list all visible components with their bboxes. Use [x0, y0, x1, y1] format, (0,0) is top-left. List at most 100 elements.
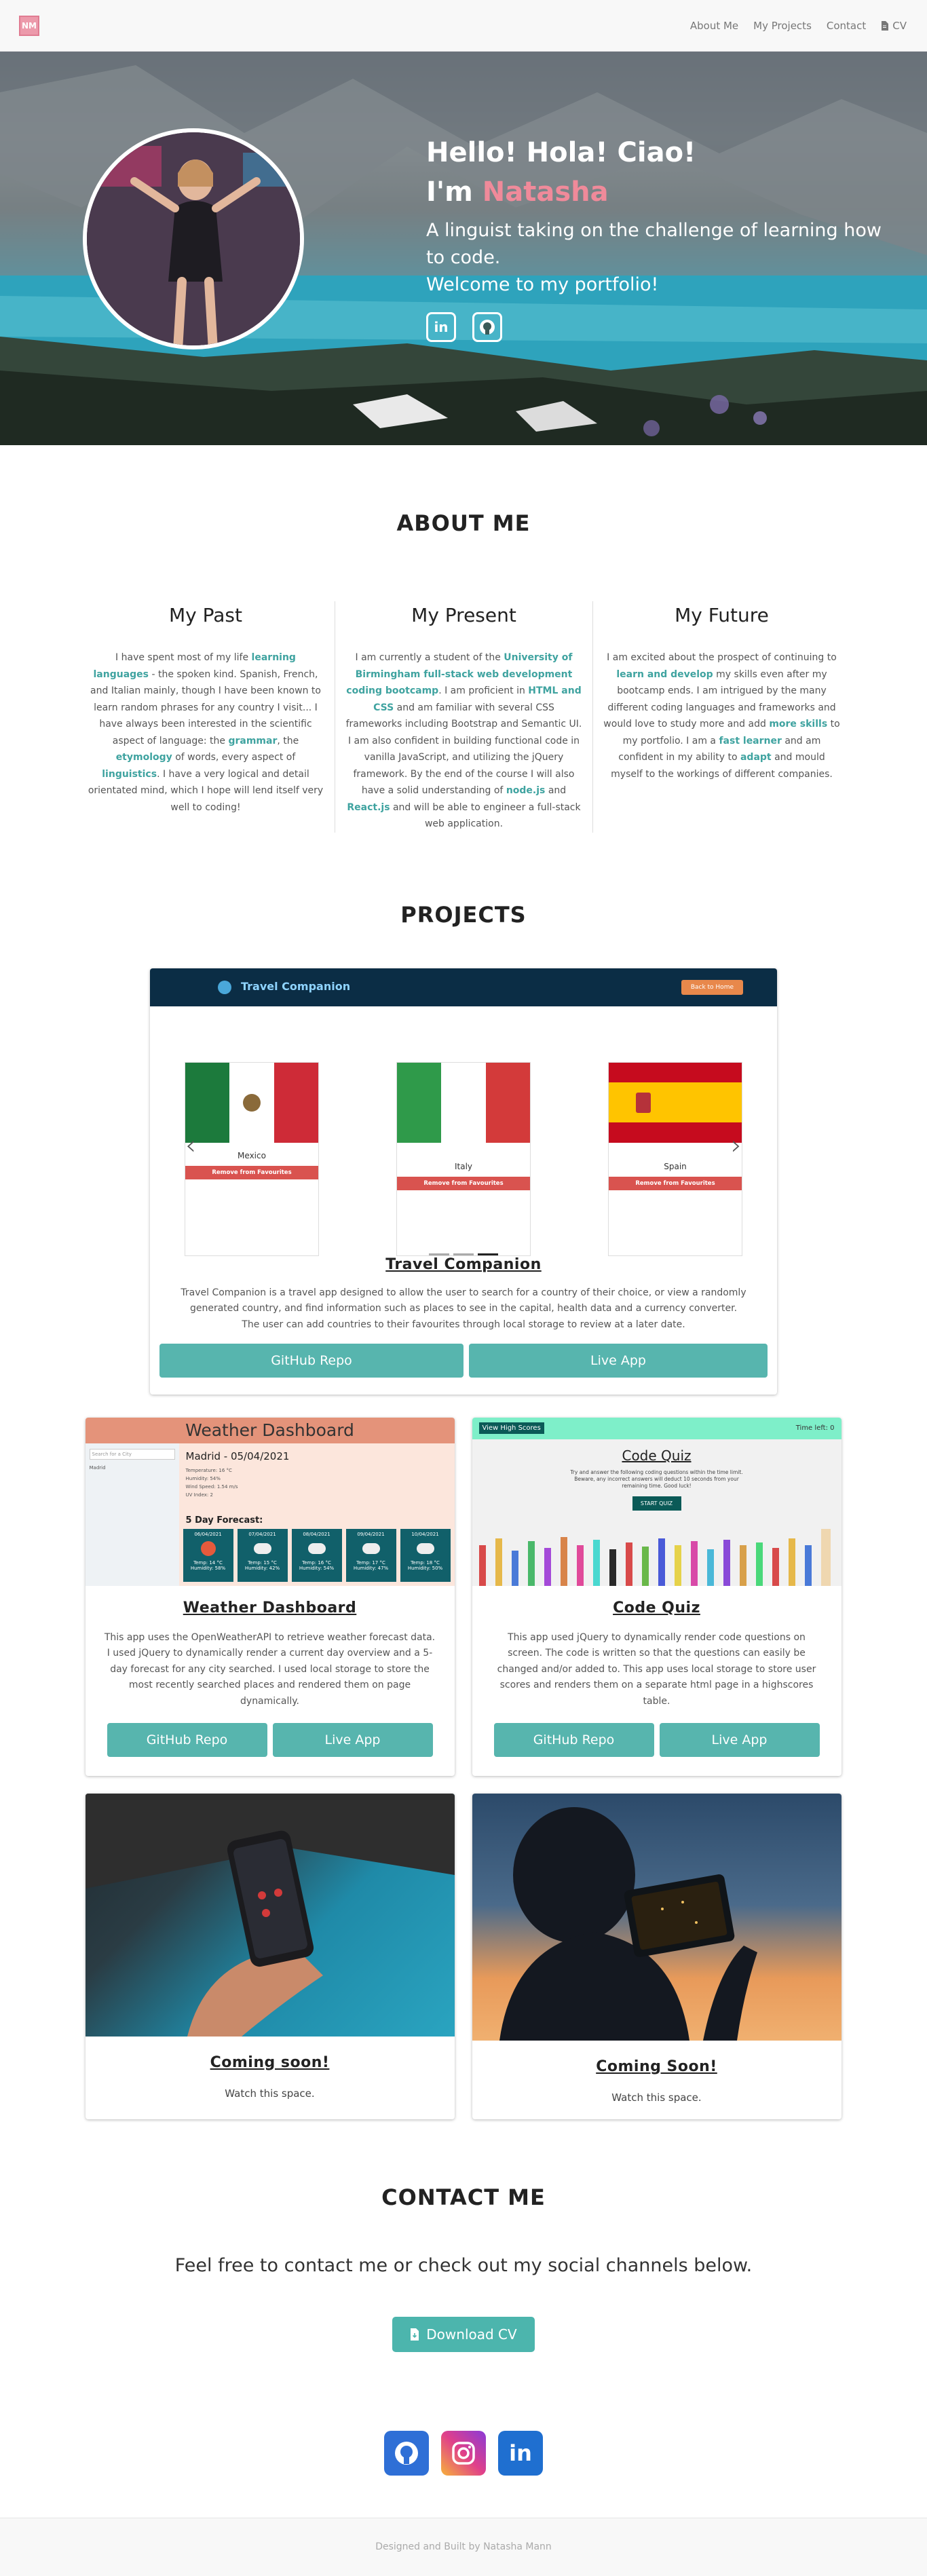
- github-icon[interactable]: [384, 2430, 429, 2476]
- quiz-live-button[interactable]: Live App: [659, 1723, 820, 1757]
- quiz-start-button: START QUIZ: [632, 1496, 681, 1511]
- weather-sidebar: Search for a City Madrid: [85, 1443, 179, 1586]
- country-card-spain: Spain Remove from Favourites: [608, 1061, 742, 1256]
- weather-shot-header: Weather Dashboard: [85, 1417, 455, 1443]
- sun-icon: [200, 1540, 216, 1556]
- carousel-dot-active[interactable]: [478, 1253, 498, 1255]
- hero-im: I'm: [426, 176, 473, 208]
- hero-intro: I'm Natasha: [426, 172, 888, 212]
- carousel-next-icon[interactable]: ›: [731, 1130, 742, 1161]
- weather-history-item: Madrid: [89, 1464, 106, 1471]
- github-icon[interactable]: [472, 312, 502, 342]
- quiz-timer: Time left: 0: [795, 1424, 835, 1432]
- navbar: NM About Me My Projects Contact CV: [0, 0, 927, 52]
- coming-soon-2-title[interactable]: Coming Soon!: [472, 2058, 841, 2075]
- download-cv-label: Download CV: [426, 2326, 517, 2343]
- flag-mexico: [185, 1062, 318, 1143]
- flag-spain: [609, 1062, 742, 1143]
- flag-stripe: [485, 1062, 530, 1143]
- flag-stripe: [441, 1062, 486, 1143]
- weather-project-description: This app uses the OpenWeatherAPI to retr…: [104, 1631, 436, 1707]
- spain-crest-icon: [636, 1092, 651, 1113]
- about-title: ABOUT ME: [396, 510, 531, 536]
- flag-stripe: [609, 1082, 742, 1122]
- cloud-icon: [253, 1542, 271, 1554]
- quiz-buttons: GitHub Repo Live App: [472, 1723, 841, 1757]
- travel-buttons: GitHub Repo Live App: [150, 1344, 777, 1378]
- carousel-dot[interactable]: [453, 1253, 474, 1255]
- globe-icon: [218, 980, 231, 994]
- project-card-quiz: View High Scores Time left: 0 Code Quiz …: [472, 1417, 841, 1776]
- remove-favourite-button: Remove from Favourites: [185, 1165, 318, 1179]
- travel-github-button[interactable]: GitHub Repo: [159, 1344, 463, 1378]
- weather-current-details: Temperature: 16 °C Humidity: 54% Wind Spee…: [185, 1467, 238, 1498]
- projects-section: PROJECTS Travel Companion Back to Home ‹…: [0, 833, 927, 2119]
- carousel-prev-icon[interactable]: ‹: [185, 1130, 196, 1161]
- file-icon: [882, 20, 889, 31]
- project-card-coming-soon-2: Coming Soon! Watch this space.: [472, 1793, 841, 2119]
- weather-project-title[interactable]: Weather Dashboard: [86, 1599, 455, 1616]
- coming-soon-1-title[interactable]: Coming soon!: [86, 2054, 455, 2071]
- about-past: My Past I have spent most of my life lea…: [77, 601, 335, 833]
- quiz-shot-title: Code Quiz: [622, 1447, 692, 1464]
- quiz-project-title[interactable]: Code Quiz: [472, 1599, 841, 1616]
- flag-stripe: [273, 1062, 318, 1143]
- travel-back-button: Back to Home: [681, 979, 743, 995]
- mexico-emblem-icon: [242, 1093, 261, 1112]
- footer: Designed and Built by Natasha Mann: [0, 2517, 927, 2576]
- linkedin-icon[interactable]: in: [498, 2430, 543, 2476]
- phone-in-hand: [85, 1793, 455, 2037]
- country-name: Italy: [454, 1161, 473, 1171]
- flag-stripe: [609, 1122, 742, 1143]
- carousel-dot[interactable]: [429, 1253, 449, 1255]
- forecast-card: 06/04/2021 Temp: 14 °C Humidity: 58%: [183, 1528, 233, 1582]
- remove-favourite-button: Remove from Favourites: [397, 1176, 530, 1190]
- quiz-shot-text: Try and answer the following coding ques…: [570, 1469, 743, 1489]
- nav-link-about[interactable]: About Me: [690, 20, 738, 32]
- linkedin-icon[interactable]: in: [426, 312, 456, 342]
- hero-tagline: A linguist taking on the challenge of le…: [426, 220, 882, 268]
- weather-live-button[interactable]: Live App: [272, 1723, 433, 1757]
- travel-project-title[interactable]: Travel Companion: [150, 1256, 777, 1273]
- country-name: Spain: [664, 1161, 687, 1171]
- weather-screenshot: Weather Dashboard Search for a City Madr…: [85, 1417, 455, 1586]
- coming-soon-1-text: Watch this space.: [225, 2087, 315, 2100]
- quiz-view-highscores: View High Scores: [478, 1422, 544, 1434]
- about-future-heading: My Future: [675, 604, 769, 626]
- travel-live-button[interactable]: Live App: [469, 1344, 768, 1378]
- travel-app-brand: Travel Companion: [218, 980, 350, 994]
- nav-link-cv[interactable]: CV: [881, 20, 907, 32]
- about-past-text: I have spent most of my life learning la…: [88, 652, 324, 813]
- instagram-glyph: [452, 2441, 475, 2465]
- quiz-project-description: This app used jQuery to dynamically rend…: [497, 1631, 816, 1707]
- forecast-card: 09/04/2021 Temp: 17 °C Humidity: 47%: [345, 1528, 396, 1582]
- quiz-github-button[interactable]: GitHub Repo: [493, 1723, 654, 1757]
- about-columns: My Past I have spent most of my life lea…: [0, 601, 927, 833]
- flag-italy: [397, 1062, 530, 1143]
- nav-links: About Me My Projects Contact CV: [690, 20, 907, 32]
- cloud-icon: [416, 1542, 434, 1554]
- hero-text: Hello! Hola! Ciao! I'm Natasha A linguis…: [426, 133, 888, 342]
- pencils: [478, 1528, 831, 1586]
- about-future: My Future I am excited about the prospec…: [592, 601, 850, 833]
- about-present-heading: My Present: [411, 604, 516, 626]
- projects-grid: Weather Dashboard Search for a City Madr…: [85, 1417, 842, 2119]
- project-card-weather: Weather Dashboard Search for a City Madr…: [85, 1417, 455, 1776]
- instagram-icon[interactable]: [441, 2430, 486, 2476]
- weather-buttons: GitHub Repo Live App: [86, 1723, 455, 1757]
- contact-socials: in: [0, 2430, 927, 2476]
- country-name: Mexico: [238, 1150, 266, 1160]
- pencils-image: [478, 1528, 831, 1586]
- github-glyph: [395, 2441, 418, 2465]
- weather-forecast-row: 06/04/2021 Temp: 14 °C Humidity: 58% 07/04…: [183, 1528, 451, 1582]
- weather-search-input: Search for a City: [89, 1448, 175, 1460]
- carousel-indicators: [150, 1253, 777, 1255]
- travel-project-description: Travel Companion is a travel app designe…: [181, 1287, 746, 1330]
- country-card-mexico: Mexico Remove from Favourites: [185, 1061, 319, 1256]
- logo[interactable]: NM: [19, 15, 39, 36]
- nav-link-contact[interactable]: Contact: [827, 20, 866, 32]
- nav-link-projects[interactable]: My Projects: [753, 20, 812, 32]
- weather-github-button[interactable]: GitHub Repo: [107, 1723, 267, 1757]
- hero-greeting: Hello! Hola! Ciao!: [426, 137, 696, 168]
- download-cv-button[interactable]: Download CV: [392, 2316, 535, 2352]
